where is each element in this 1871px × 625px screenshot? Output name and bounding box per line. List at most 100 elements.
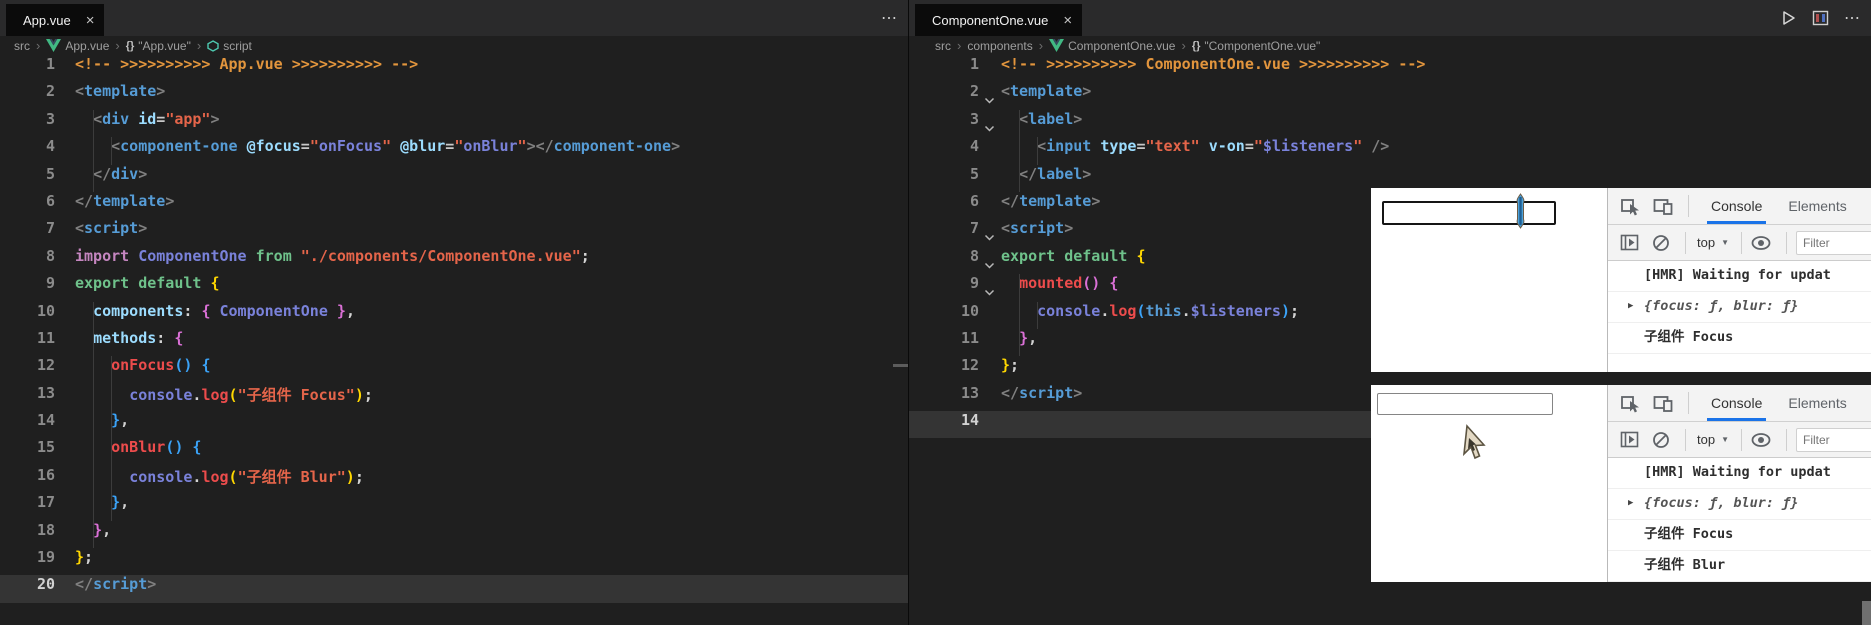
clear-console-icon[interactable] bbox=[1652, 431, 1670, 449]
line-number: 14 bbox=[960, 411, 979, 430]
breadcrumb-item[interactable]: ComponentOne.vue bbox=[1049, 39, 1175, 53]
fold-chevron-icon[interactable] bbox=[984, 91, 995, 109]
code-line-1[interactable]: 1 <!-- >>>>>>>>>> App.vue >>>>>>>>>> --> bbox=[0, 55, 908, 82]
line-number: 8 bbox=[969, 246, 979, 265]
code-line-7[interactable]: 7 <script> bbox=[0, 219, 908, 246]
line-number: 9 bbox=[45, 274, 55, 293]
fold-chevron-icon[interactable] bbox=[984, 228, 995, 246]
code-line-4[interactable]: 4 <input type="text" v-on="$listeners" /… bbox=[909, 137, 1871, 164]
breadcrumb-item[interactable]: src bbox=[14, 39, 30, 53]
tab-label: ComponentOne.vue bbox=[932, 12, 1049, 28]
code-editor-app-vue[interactable]: 1 <!-- >>>>>>>>>> App.vue >>>>>>>>>> --> 2… bbox=[0, 55, 908, 625]
code-line-2[interactable]: 2 <template> bbox=[909, 82, 1871, 109]
code-line-12[interactable]: 12 onFocus() { bbox=[0, 356, 908, 383]
code-line-16[interactable]: 16 console.log("子组件 Blur"); bbox=[0, 466, 908, 493]
console-log-row: [HMR] Waiting for updat bbox=[1608, 458, 1871, 489]
inspect-icon[interactable] bbox=[1620, 393, 1640, 413]
fold-chevron-icon bbox=[984, 261, 995, 270]
tab-componentone-vue[interactable]: ComponentOne.vue × bbox=[915, 4, 1083, 36]
breadcrumb-item[interactable]: src bbox=[935, 39, 951, 53]
breadcrumb-item[interactable]: {} "ComponentOne.vue" bbox=[1192, 39, 1320, 53]
code-line-3[interactable]: 3 <div id="app"> bbox=[0, 110, 908, 137]
split-editor-icon[interactable] bbox=[1812, 10, 1829, 26]
code-line-3[interactable]: 3 <label> bbox=[909, 110, 1871, 137]
breadcrumb-item[interactable]: App.vue bbox=[46, 39, 109, 53]
devtools-console-toolbar: top ▼ bbox=[1608, 422, 1871, 458]
tab-bar-right: ComponentOne.vue × ⋯ bbox=[909, 0, 1871, 36]
line-number: 15 bbox=[36, 438, 55, 457]
context-selector[interactable]: top ▼ bbox=[1697, 432, 1729, 447]
breadcrumb-item[interactable]: {} "App.vue" bbox=[126, 39, 191, 53]
line-number: 7 bbox=[969, 219, 979, 238]
more-actions-icon[interactable]: ⋯ bbox=[1844, 8, 1861, 28]
code-text: </script> bbox=[1001, 383, 1083, 402]
fold-chevron-icon[interactable] bbox=[984, 283, 995, 301]
code-line-2[interactable]: 2 <template> bbox=[0, 82, 908, 109]
editor-actions-right: ⋯ bbox=[1779, 0, 1861, 36]
run-icon[interactable] bbox=[1779, 9, 1797, 27]
live-expression-eye-icon[interactable] bbox=[1751, 235, 1771, 250]
code-line-11[interactable]: 11 methods: { bbox=[0, 329, 908, 356]
line-number: 13 bbox=[36, 383, 55, 402]
line-number: 6 bbox=[969, 191, 979, 210]
code-text: <component-one @focus="onFocus" @blur="o… bbox=[111, 137, 681, 156]
chevron-down-icon: ▼ bbox=[1721, 435, 1729, 444]
code-text: export default { bbox=[1001, 246, 1146, 265]
filter-input[interactable] bbox=[1796, 230, 1871, 255]
tab-app-vue[interactable]: App.vue × bbox=[6, 4, 105, 36]
code-line-6[interactable]: 6 </template> bbox=[0, 192, 908, 219]
console-object-row[interactable]: ▶ {focus: ƒ, blur: ƒ} bbox=[1608, 292, 1871, 323]
expand-triangle-icon[interactable]: ▶ bbox=[1628, 489, 1633, 518]
fold-chevron-icon[interactable] bbox=[984, 119, 995, 137]
tab-elements[interactable]: Elements bbox=[1775, 385, 1859, 421]
device-toolbar-icon[interactable] bbox=[1653, 394, 1673, 412]
line-number: 12 bbox=[36, 356, 55, 375]
fold-chevron-icon[interactable] bbox=[984, 256, 995, 274]
code-line-1[interactable]: 1 <!-- >>>>>>>>>> ComponentOne.vue >>>>>>… bbox=[909, 55, 1871, 82]
code-line-19[interactable]: 19}; bbox=[0, 548, 908, 575]
code-line-20[interactable]: 20 </script> bbox=[0, 575, 908, 603]
more-actions-icon[interactable]: ⋯ bbox=[881, 8, 898, 28]
device-toolbar-icon[interactable] bbox=[1653, 197, 1673, 215]
code-line-10[interactable]: 10 components: { ComponentOne }, bbox=[0, 302, 908, 329]
code-text: <script> bbox=[75, 219, 148, 238]
text-input[interactable] bbox=[1382, 201, 1556, 225]
code-line-13[interactable]: 13 console.log("子组件 Focus"); bbox=[0, 384, 908, 411]
dock-sidebar-icon[interactable] bbox=[1620, 431, 1639, 448]
tab-elements[interactable]: Elements bbox=[1775, 188, 1859, 224]
expand-triangle-icon[interactable]: ▶ bbox=[1628, 292, 1633, 321]
line-number: 20 bbox=[36, 575, 55, 594]
close-icon[interactable]: × bbox=[86, 13, 95, 28]
line-number: 4 bbox=[45, 137, 55, 156]
fold-chevron-icon bbox=[984, 288, 995, 297]
code-line-17[interactable]: 17 }, bbox=[0, 493, 908, 520]
breadcrumb-item[interactable]: script bbox=[207, 39, 252, 53]
fold-chevron-icon bbox=[984, 233, 995, 242]
code-line-18[interactable]: 18 }, bbox=[0, 521, 908, 548]
scrollbar[interactable] bbox=[1862, 601, 1871, 625]
context-selector[interactable]: top ▼ bbox=[1697, 235, 1729, 250]
code-line-14[interactable]: 14 }, bbox=[0, 411, 908, 438]
line-number: 10 bbox=[960, 301, 979, 320]
braces-icon: {} bbox=[1191, 39, 1201, 52]
divider bbox=[1786, 231, 1787, 254]
breadcrumb-item[interactable]: components bbox=[967, 39, 1032, 53]
divider bbox=[1741, 231, 1742, 254]
console-object-row[interactable]: ▶ {focus: ƒ, blur: ƒ} bbox=[1608, 489, 1871, 520]
close-icon[interactable]: × bbox=[1063, 13, 1072, 28]
code-line-4[interactable]: 4 <component-one @focus="onFocus" @blur=… bbox=[0, 137, 908, 164]
filter-input[interactable] bbox=[1796, 427, 1871, 452]
console-log-row: [HMR] Waiting for updat bbox=[1608, 261, 1871, 292]
clear-console-icon[interactable] bbox=[1652, 234, 1670, 252]
dock-sidebar-icon[interactable] bbox=[1620, 234, 1639, 251]
tab-console[interactable]: Console bbox=[1698, 188, 1775, 224]
code-line-8[interactable]: 8 import ComponentOne from "./components/… bbox=[0, 247, 908, 274]
code-line-9[interactable]: 9 export default { bbox=[0, 274, 908, 301]
line-number: 10 bbox=[36, 301, 55, 320]
code-line-5[interactable]: 5 </div> bbox=[0, 165, 908, 192]
live-expression-eye-icon[interactable] bbox=[1751, 432, 1771, 447]
text-input[interactable] bbox=[1377, 393, 1553, 415]
inspect-icon[interactable] bbox=[1620, 196, 1640, 216]
code-line-15[interactable]: 15 onBlur() { bbox=[0, 438, 908, 465]
tab-console[interactable]: Console bbox=[1698, 385, 1775, 421]
